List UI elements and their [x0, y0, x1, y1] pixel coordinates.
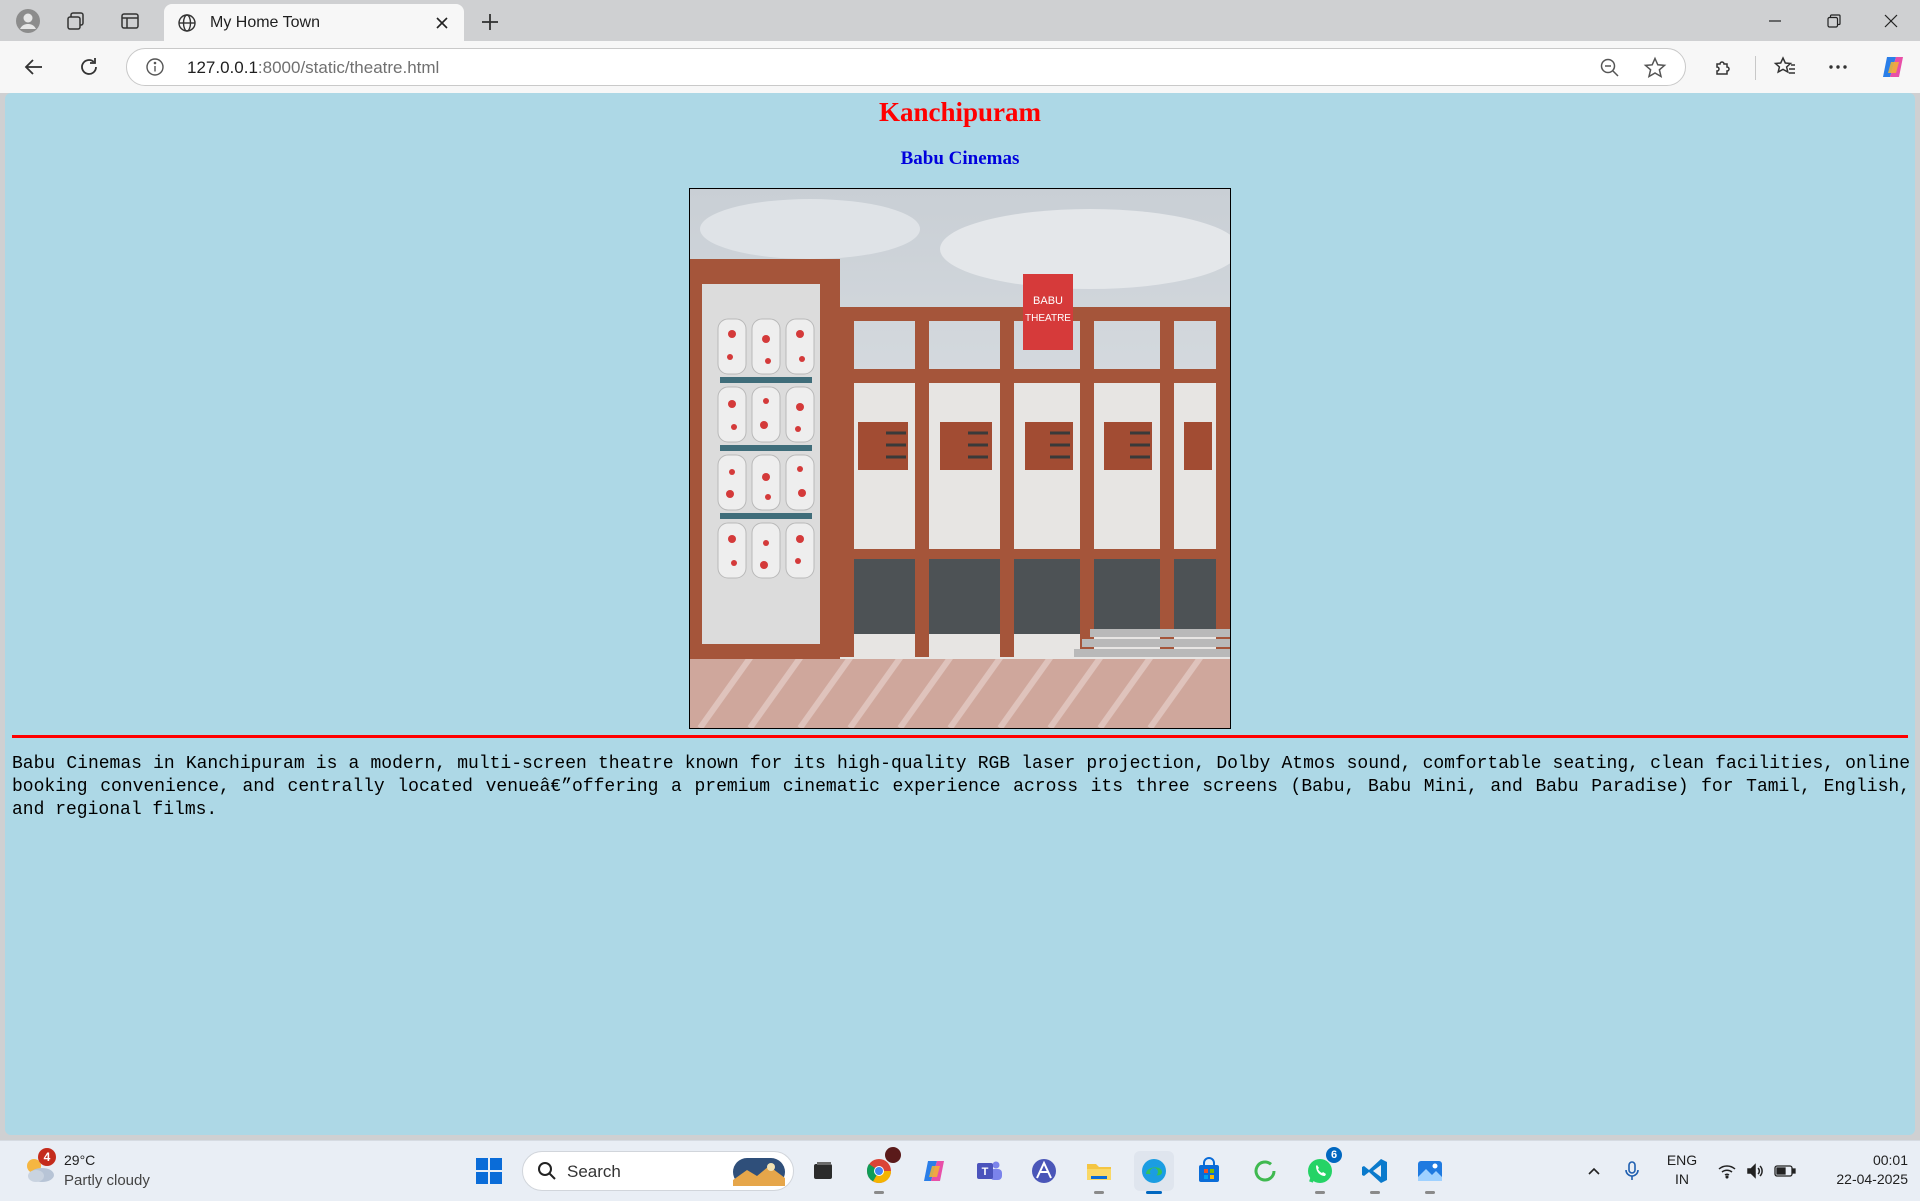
edge-icon[interactable]	[1134, 1151, 1174, 1194]
clock-time: 00:01	[1872, 1152, 1908, 1168]
region-code: IN	[1675, 1171, 1689, 1187]
running-indicator	[1370, 1191, 1380, 1194]
site-info-icon[interactable]	[145, 57, 165, 77]
microphone-icon[interactable]	[1620, 1141, 1644, 1201]
sync-app-icon[interactable]	[1245, 1151, 1285, 1191]
vscode-icon[interactable]	[1355, 1151, 1395, 1194]
url-path: :8000/static/theatre.html	[257, 58, 440, 77]
favorite-star-icon[interactable]	[1643, 56, 1667, 80]
running-indicator	[874, 1191, 884, 1194]
weather-condition: Partly cloudy	[64, 1172, 150, 1189]
teams-icon[interactable]: T	[969, 1151, 1009, 1191]
copilot-app-icon[interactable]	[914, 1151, 954, 1191]
profile-icon[interactable]	[14, 7, 42, 35]
refresh-icon[interactable]	[73, 51, 105, 83]
page-subtitle: Babu Cinemas	[900, 148, 1020, 169]
theatre-photo: BABU THEATRE	[689, 188, 1231, 729]
photo-sign-line1: BABU	[1033, 295, 1063, 307]
extensions-icon[interactable]	[1708, 51, 1740, 83]
chrome-profile-badge	[885, 1147, 901, 1163]
horizontal-rule	[12, 735, 1908, 738]
start-button[interactable]	[469, 1151, 509, 1191]
search-placeholder: Search	[567, 1162, 621, 1181]
store-icon[interactable]	[1189, 1151, 1229, 1191]
vertical-tabs-icon[interactable]	[116, 7, 144, 35]
taskbar: 4 29°C Partly cloudy Search T 6 ENG IN 0…	[0, 1140, 1920, 1201]
system-clock[interactable]: 00:01 22-04-2025	[1808, 1151, 1908, 1189]
search-icon	[537, 1161, 557, 1181]
volume-icon[interactable]	[1744, 1141, 1766, 1201]
description-text: Babu Cinemas in Kanchipuram is a modern,…	[12, 754, 1910, 820]
photo-sign-line2: THEATRE	[1025, 313, 1071, 324]
running-indicator	[1425, 1191, 1435, 1194]
weather-temperature: 29°C	[64, 1152, 96, 1168]
running-indicator	[1315, 1191, 1325, 1194]
globe-icon	[176, 12, 198, 34]
favorites-icon[interactable]	[1769, 51, 1801, 83]
close-tab-icon[interactable]	[430, 11, 454, 35]
svg-text:T: T	[982, 1166, 989, 1178]
chrome-icon[interactable]	[859, 1147, 901, 1194]
taskbar-search[interactable]: Search	[522, 1151, 794, 1191]
clock-date: 22-04-2025	[1836, 1171, 1908, 1187]
show-hidden-icons[interactable]	[1582, 1141, 1606, 1201]
browser-toolbar: 127.0.0.1:8000/static/theatre.html	[0, 41, 1920, 93]
more-options-icon[interactable]	[1822, 51, 1854, 83]
minimize-icon[interactable]	[1747, 4, 1803, 38]
close-window-icon[interactable]	[1863, 4, 1919, 38]
photos-icon[interactable]	[1410, 1151, 1450, 1194]
whatsapp-icon[interactable]: 6	[1300, 1147, 1342, 1194]
url-text: 127.0.0.1:8000/static/theatre.html	[187, 58, 439, 78]
toolbar-divider	[1755, 56, 1756, 80]
language-code: ENG	[1666, 1152, 1698, 1168]
tab-title: My Home Town	[210, 13, 320, 31]
weather-widget[interactable]: 4 29°C Partly cloudy	[22, 1148, 182, 1193]
workspaces-icon[interactable]	[62, 7, 90, 35]
running-indicator	[1094, 1191, 1104, 1194]
search-highlight-icon	[733, 1158, 785, 1186]
restore-icon[interactable]	[1806, 4, 1862, 38]
copilot-icon[interactable]	[1877, 51, 1909, 83]
task-view-icon[interactable]	[803, 1151, 843, 1191]
tab-strip: My Home Town	[0, 0, 1920, 41]
language-indicator[interactable]: ENG IN	[1662, 1151, 1702, 1189]
tab-active[interactable]: My Home Town	[164, 4, 464, 41]
address-bar[interactable]: 127.0.0.1:8000/static/theatre.html	[126, 48, 1686, 86]
whatsapp-badge: 6	[1326, 1147, 1342, 1163]
file-explorer-icon[interactable]	[1079, 1151, 1119, 1194]
wifi-icon[interactable]	[1716, 1141, 1738, 1201]
page-title: Kanchipuram	[878, 97, 1042, 127]
zoom-out-icon[interactable]	[1599, 57, 1621, 79]
tunnel-app-icon[interactable]	[1024, 1151, 1064, 1191]
battery-icon[interactable]	[1772, 1141, 1798, 1201]
back-icon[interactable]	[18, 51, 50, 83]
url-host: 127.0.0.1	[187, 58, 258, 77]
new-tab-icon[interactable]	[476, 8, 504, 36]
active-indicator	[1146, 1191, 1162, 1194]
weather-badge: 4	[38, 1148, 56, 1166]
page-viewport: Kanchipuram Babu Cinemas BABU THEATRE Ba…	[5, 93, 1915, 1135]
